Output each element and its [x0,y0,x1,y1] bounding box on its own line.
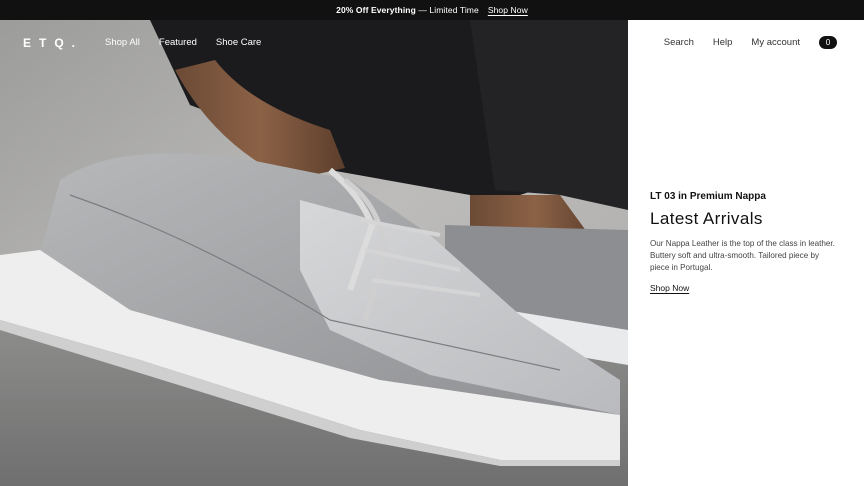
promo-text-bold: 20% Off Everything [336,5,416,15]
site-header-left: ETQ. Shop All Featured Shoe Care [0,20,628,65]
help-link[interactable]: Help [713,37,733,48]
promo-text: 20% Off Everything — Limited Time [336,5,479,15]
feature-shop-now-link[interactable]: Shop Now [650,283,689,293]
search-link[interactable]: Search [664,37,694,48]
nav-shoe-care[interactable]: Shoe Care [216,37,261,48]
promo-shop-now-link[interactable]: Shop Now [488,5,528,15]
hero-image [0,20,628,486]
main-nav: Shop All Featured Shoe Care [105,37,261,48]
feature-description: Our Nappa Leather is the top of the clas… [650,239,835,272]
site-header-right: Search Help My account 0 [628,20,864,65]
site-logo[interactable]: ETQ. [23,36,83,50]
promo-bar: 20% Off Everything — Limited Time Shop N… [0,0,864,20]
feature-kicker: LT 03 in Premium Nappa [650,191,766,202]
hero-sneaker-illustration [0,20,628,486]
feature-headline: Latest Arrivals [650,209,763,228]
nav-shop-all[interactable]: Shop All [105,37,140,48]
feature-copy: LT 03 in Premium Nappa Latest Arrivals O… [650,191,836,296]
nav-featured[interactable]: Featured [159,37,197,48]
account-link[interactable]: My account [751,37,800,48]
promo-text-rest: — Limited Time [415,5,479,15]
cart-count-badge[interactable]: 0 [819,36,837,49]
feature-panel: Search Help My account 0 LT 03 in Premiu… [628,20,864,486]
